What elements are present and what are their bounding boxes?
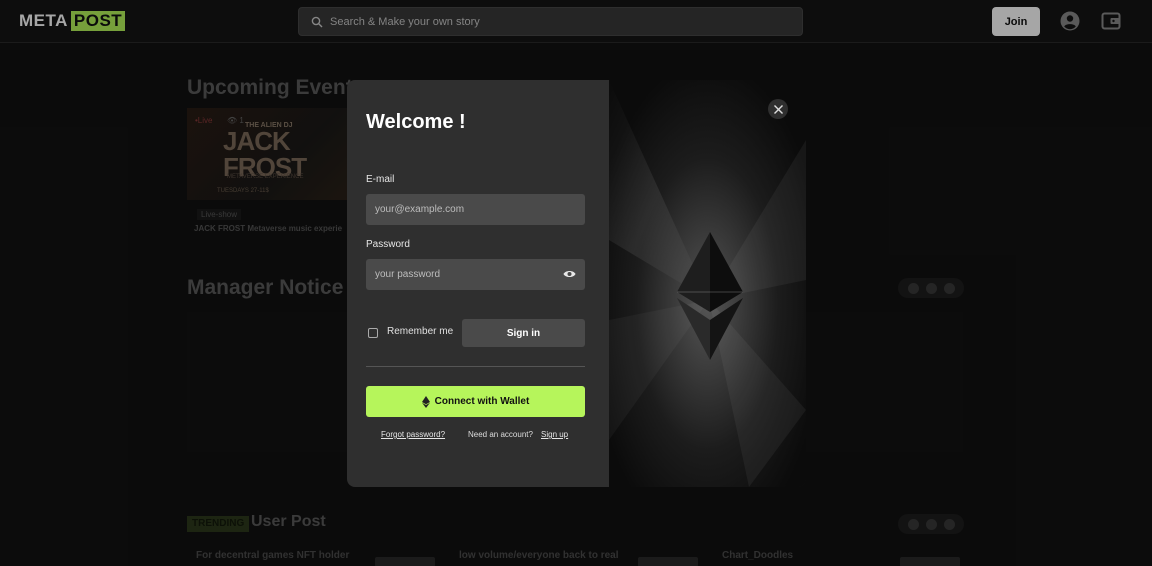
close-modal-button[interactable]	[768, 99, 788, 119]
email-label: E-mail	[366, 174, 395, 185]
ethereum-logo-art	[609, 80, 806, 487]
password-label: Password	[366, 239, 410, 250]
login-form: Welcome ! E-mail Password Remember me Si…	[347, 80, 609, 487]
remember-checkbox[interactable]	[368, 328, 378, 338]
sign-in-button[interactable]: Sign in	[462, 319, 585, 347]
sign-up-link[interactable]: Sign up	[541, 430, 568, 439]
remember-label: Remember me	[387, 326, 454, 337]
ethereum-art-panel	[609, 80, 806, 487]
ethereum-icon	[421, 395, 430, 408]
show-password-icon[interactable]	[563, 269, 576, 279]
modal-title: Welcome !	[366, 111, 466, 133]
close-icon	[773, 104, 783, 114]
divider	[366, 366, 585, 367]
login-modal: Welcome ! E-mail Password Remember me Si…	[347, 80, 806, 487]
connect-wallet-label: Connect with Wallet	[434, 396, 530, 407]
page: META POST Join Upcoming Event THE ALIEN …	[0, 0, 1152, 566]
sign-up-label: Sign up	[541, 430, 569, 439]
email-field[interactable]	[366, 194, 585, 225]
password-field[interactable]	[366, 259, 585, 290]
forgot-password-link[interactable]: Forgot password?	[381, 430, 445, 439]
need-account-text: Need an account?	[468, 430, 533, 439]
forgot-password-label: Forgot password?	[381, 430, 446, 439]
connect-wallet-button[interactable]: Connect with Wallet	[366, 386, 585, 417]
